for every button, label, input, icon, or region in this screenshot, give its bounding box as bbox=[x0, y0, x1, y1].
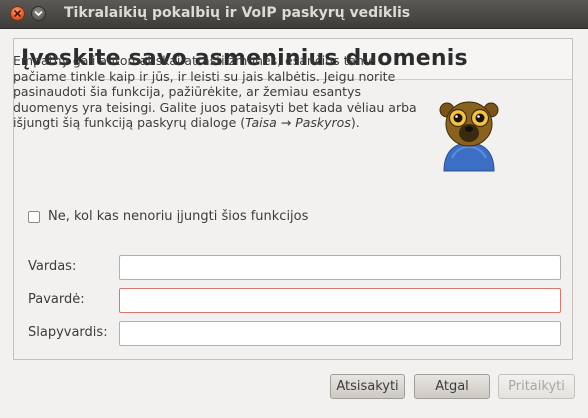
nickname-label: Slapyvardis: bbox=[28, 325, 108, 340]
cancel-button[interactable]: Atsisakyti bbox=[330, 374, 405, 399]
first-name-label: Vardas: bbox=[28, 259, 77, 274]
description-text: Empathy gali automatiškai atrasti žmones… bbox=[13, 53, 423, 131]
last-name-field[interactable] bbox=[119, 288, 561, 313]
nickname-field[interactable] bbox=[119, 321, 561, 346]
first-name-field[interactable] bbox=[119, 255, 561, 280]
disable-feature-checkbox[interactable] bbox=[28, 211, 40, 223]
description-end: ). bbox=[350, 115, 360, 131]
window-titlebar: Tikralaikių pokalbių ir VoIP paskyrų ved… bbox=[0, 0, 588, 29]
window-title: Tikralaikių pokalbių ir VoIP paskyrų ved… bbox=[64, 5, 411, 21]
close-icon bbox=[14, 10, 21, 17]
chevron-down-icon bbox=[34, 11, 43, 17]
disable-feature-label: Ne, kol kas nenoriu įjungti šios funkcij… bbox=[48, 209, 309, 224]
window-minimize-button[interactable] bbox=[31, 6, 46, 21]
menu-path: Taisa → Paskyros bbox=[245, 115, 351, 131]
back-button[interactable]: Atgal bbox=[414, 374, 490, 399]
last-name-label: Pavardė: bbox=[28, 292, 85, 307]
apply-button[interactable]: Pritaikyti bbox=[498, 374, 575, 399]
avatar-icon bbox=[438, 98, 500, 172]
window-close-button[interactable] bbox=[10, 6, 25, 21]
